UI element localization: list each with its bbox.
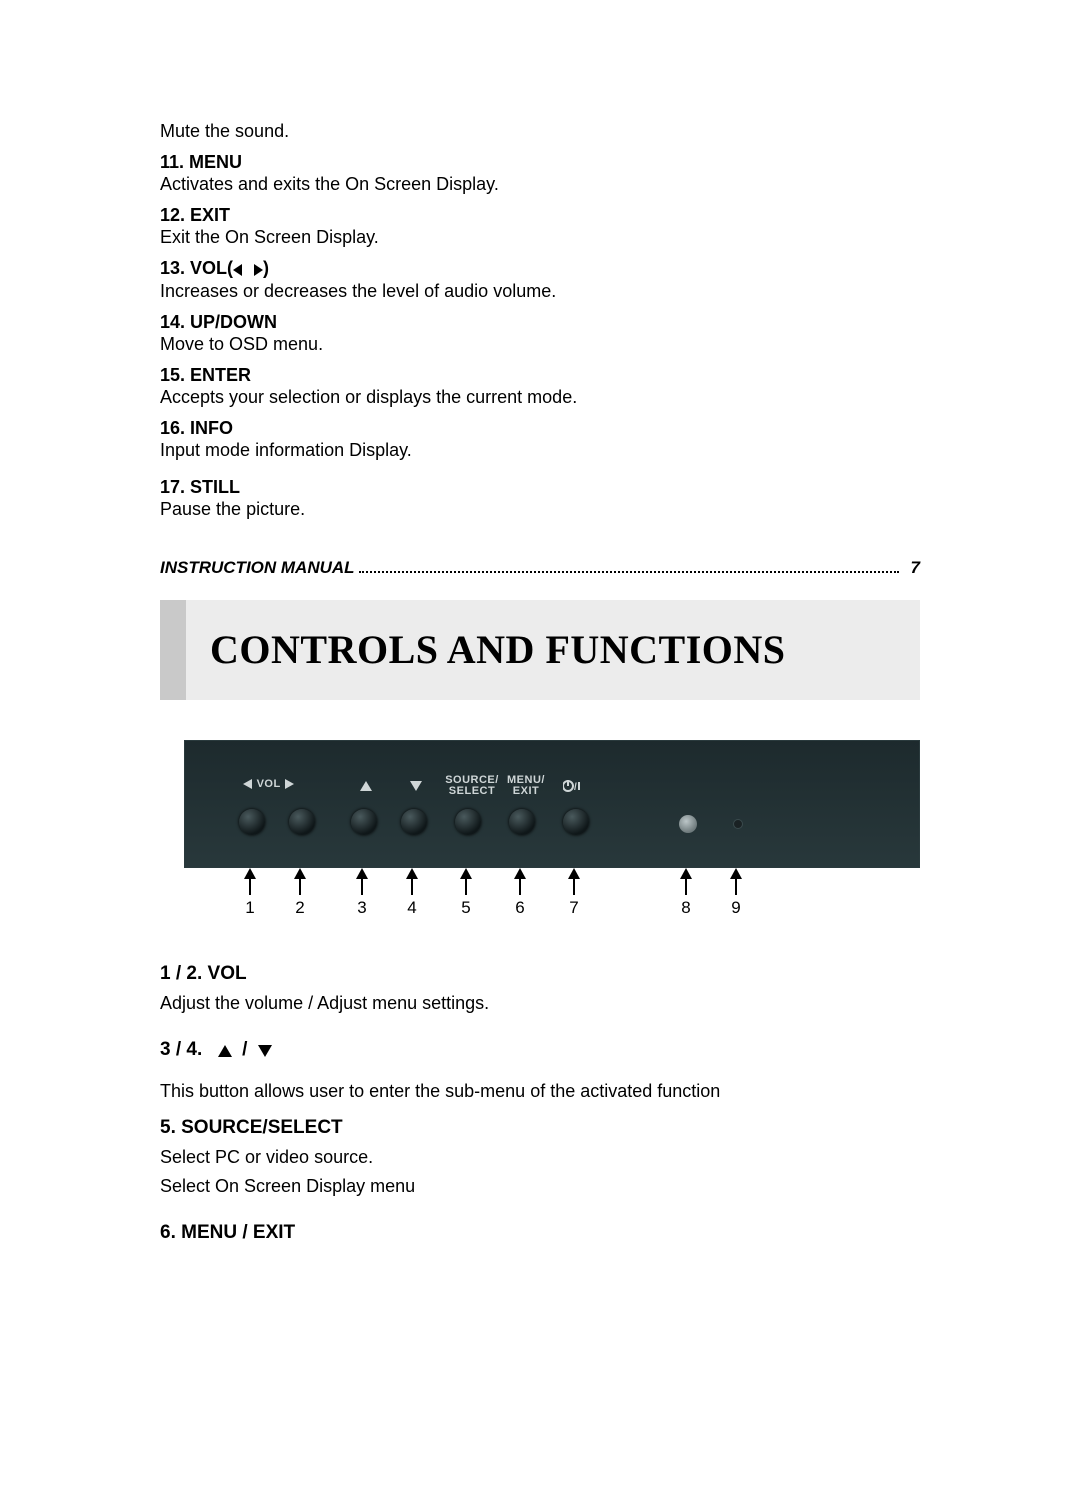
item-num: 17.: [160, 477, 185, 497]
heading-tab: [160, 600, 186, 700]
mute-text: Mute the sound.: [160, 121, 289, 141]
panel-button-6: [509, 809, 535, 835]
sec-heading: 3 / 4. /: [160, 1038, 920, 1062]
panel-button-3: [351, 809, 377, 835]
item-13: 13. VOL() Increases or decreases the lev…: [160, 257, 920, 303]
vol-left-right-icon: [233, 258, 263, 281]
item-desc: Move to OSD menu.: [160, 334, 323, 354]
panel-label-text: EXIT: [513, 785, 539, 797]
item-16: 16. INFO Input mode information Display.: [160, 417, 920, 462]
device-panel-figure: VOL SOURCE/ SELECT MENU/ EXIT: [160, 740, 920, 928]
item-num: 13.: [160, 258, 185, 278]
heading-title: CONTROLS AND FUNCTIONS: [186, 600, 920, 700]
panel-label-text: SELECT: [449, 785, 495, 797]
footer-leader: INSTRUCTION MANUAL 7: [160, 557, 920, 578]
panel-label-text: VOL: [257, 778, 281, 790]
callout-6: 6: [514, 868, 526, 918]
item-num: 11.: [160, 152, 184, 172]
item-14: 14. UP/DOWN Move to OSD menu.: [160, 311, 920, 356]
item-num: 16.: [160, 418, 185, 438]
item-15: 15. ENTER Accepts your selection or disp…: [160, 364, 920, 409]
callout-5: 5: [460, 868, 472, 918]
sec-heading-text: 3 / 4.: [160, 1039, 202, 1060]
sec-desc: Select PC or video source.: [160, 1146, 920, 1169]
sec-1-2: 1 / 2. VOL Adjust the volume / Adjust me…: [160, 962, 920, 1014]
sec-heading: 5. SOURCE/SELECT: [160, 1116, 920, 1140]
item-11: 11. MENU Activates and exits the On Scre…: [160, 151, 920, 196]
panel-ir-sensor: [679, 815, 697, 833]
item-desc: Accepts your selection or displays the c…: [160, 387, 577, 407]
item-title: ENTER: [190, 365, 251, 385]
panel-label-up: [360, 781, 372, 793]
item-17: 17. STILL Pause the picture.: [160, 476, 920, 521]
panel-label-source-select: SOURCE/ SELECT: [441, 775, 503, 798]
panel-label-vol: VOL: [243, 779, 294, 791]
svg-text:/: /: [574, 782, 577, 793]
item-desc: Increases or decreases the level of audi…: [160, 281, 556, 301]
item-title: MENU: [189, 152, 242, 172]
item-num: 15.: [160, 365, 185, 385]
section-heading-bar: CONTROLS AND FUNCTIONS: [160, 600, 920, 700]
item-title: UP/DOWN: [190, 312, 277, 332]
sec-3-4: 3 / 4. / This button allows user to ente…: [160, 1038, 920, 1102]
callout-8: 8: [680, 868, 692, 918]
panel-label-text: SOURCE/: [445, 774, 499, 786]
item-num: 14.: [160, 312, 185, 332]
panel-button-4: [401, 809, 427, 835]
up-down-icon: /: [218, 1038, 272, 1062]
footer-page-number: 7: [911, 557, 920, 578]
callout-2: 2: [294, 868, 306, 918]
panel-led: [733, 819, 743, 829]
panel-label-power: /: [563, 779, 581, 795]
panel-button-7: [563, 809, 589, 835]
sec-desc: Adjust the volume / Adjust menu settings…: [160, 992, 920, 1015]
item-desc: Activates and exits the On Screen Displa…: [160, 174, 499, 194]
item-title: STILL: [190, 477, 240, 497]
footer-label: INSTRUCTION MANUAL: [160, 557, 355, 578]
sec-desc-2: Select On Screen Display menu: [160, 1175, 920, 1198]
callout-3: 3: [356, 868, 368, 918]
sec-5: 5. SOURCE/SELECT Select PC or video sour…: [160, 1116, 920, 1197]
panel-label-down: [410, 781, 422, 793]
panel-callouts: 1 2 3 4 5 6 7 8 9: [184, 868, 920, 928]
device-panel: VOL SOURCE/ SELECT MENU/ EXIT: [184, 740, 920, 868]
item-desc: Pause the picture.: [160, 499, 305, 519]
item-title: INFO: [190, 418, 233, 438]
sec-heading: 6. MENU / EXIT: [160, 1221, 920, 1245]
leader-dots: [359, 560, 899, 572]
item-title: EXIT: [190, 205, 230, 225]
item-title: VOL(: [190, 258, 233, 278]
sec-heading: 1 / 2. VOL: [160, 962, 920, 986]
sec-6: 6. MENU / EXIT: [160, 1221, 920, 1245]
item-desc: Input mode information Display.: [160, 440, 412, 460]
callout-4: 4: [406, 868, 418, 918]
panel-button-1: [239, 809, 265, 835]
callout-9: 9: [730, 868, 742, 918]
item-12: 12. EXIT Exit the On Screen Display.: [160, 204, 920, 249]
item-title-close: ): [263, 258, 269, 278]
panel-label-menu-exit: MENU/ EXIT: [503, 775, 549, 798]
panel-button-5: [455, 809, 481, 835]
item-num: 12.: [160, 205, 185, 225]
callout-1: 1: [244, 868, 256, 918]
sec-desc: This button allows user to enter the sub…: [160, 1080, 920, 1103]
panel-button-2: [289, 809, 315, 835]
mute-line: Mute the sound.: [160, 120, 920, 143]
item-desc: Exit the On Screen Display.: [160, 227, 379, 247]
panel-label-text: MENU/: [507, 774, 545, 786]
callout-7: 7: [568, 868, 580, 918]
